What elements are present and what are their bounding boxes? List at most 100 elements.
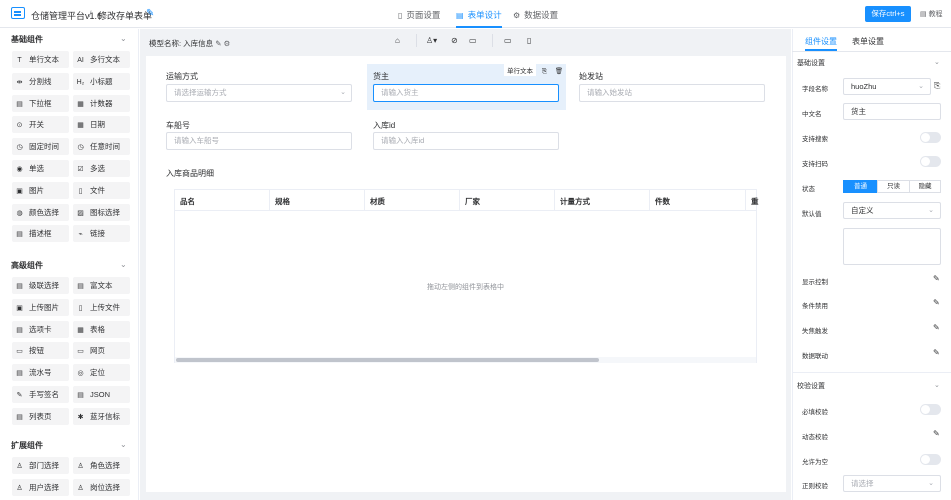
- component-icon: ▣: [16, 187, 23, 195]
- component-item[interactable]: ▤ 流水号: [12, 364, 69, 382]
- chevron-down-icon[interactable]: ⌄: [120, 260, 127, 269]
- component-icon: ◍: [16, 209, 23, 217]
- component-item[interactable]: ▨ 图标选择: [73, 203, 130, 221]
- chevron-down-icon[interactable]: ⌄: [120, 440, 127, 449]
- keyboard-icon[interactable]: ▭: [469, 36, 477, 45]
- edit-data-linkage-icon[interactable]: ✎: [933, 348, 940, 357]
- component-group-title[interactable]: 扩展组件: [11, 440, 43, 451]
- regex-validate-select[interactable]: 请选择 ⌄: [843, 475, 941, 492]
- column-divider: [649, 190, 650, 211]
- state-hidden-option[interactable]: 隐藏: [909, 180, 941, 193]
- component-item[interactable]: ▤ 富文本: [73, 277, 130, 294]
- support-search-toggle[interactable]: [920, 132, 941, 143]
- allow-empty-toggle[interactable]: [920, 454, 941, 465]
- edit-title-icon[interactable]: ✎: [146, 8, 154, 19]
- component-item[interactable]: ▯ 文件: [73, 181, 130, 199]
- tab-page-settings[interactable]: ▯ 页面设置: [398, 9, 440, 28]
- field-label: 车船号: [166, 121, 190, 130]
- component-item[interactable]: ▯ 上传文件: [73, 298, 130, 316]
- component-item[interactable]: ⇹ 分割线: [12, 72, 69, 90]
- copy-field-icon[interactable]: ⎘: [542, 68, 547, 75]
- subtable[interactable]: 品名 规格 材质 厂家 计量方式 件数 重 拖动左侧的组件到表格中: [174, 189, 759, 363]
- component-item[interactable]: ♙ 用户选择: [12, 478, 69, 496]
- component-item[interactable]: ☑ 多选: [73, 160, 130, 177]
- state-normal-option[interactable]: 普通: [843, 180, 878, 193]
- edit-condition-disable-icon[interactable]: ✎: [933, 298, 940, 307]
- component-item[interactable]: ◍ 颜色选择: [12, 203, 69, 221]
- component-item[interactable]: ▤ JSON: [73, 386, 130, 403]
- cn-name-input[interactable]: 货主: [843, 103, 941, 120]
- chevron-down-icon: ⌄: [340, 89, 346, 96]
- component-group-title[interactable]: 高级组件: [11, 260, 43, 271]
- tab-form-settings[interactable]: 表单设置: [852, 36, 884, 51]
- inbound-id-input[interactable]: 请输入入库id: [373, 132, 559, 150]
- component-item[interactable]: ▤ 下拉框: [12, 94, 69, 112]
- chevron-down-icon[interactable]: ⌄: [934, 381, 940, 389]
- component-item[interactable]: ▦ 日期: [73, 116, 130, 134]
- component-item[interactable]: ⌁ 链接: [73, 225, 130, 243]
- tab-data-settings[interactable]: ⚙ 数据设置: [513, 9, 558, 28]
- chevron-down-icon[interactable]: ⌄: [934, 58, 940, 66]
- component-item[interactable]: ▭ 按钮: [12, 342, 69, 360]
- component-item[interactable]: ▦ 计数器: [73, 94, 130, 112]
- tutorial-link[interactable]: ▤ 教程: [920, 9, 943, 19]
- component-item[interactable]: ◉ 单选: [12, 160, 69, 177]
- origin-station-input[interactable]: 请输入始发站: [579, 84, 765, 102]
- component-item[interactable]: T 单行文本: [12, 51, 69, 68]
- component-item[interactable]: ⊙ 开关: [12, 116, 69, 134]
- component-icon: ▦: [77, 122, 84, 130]
- state-readonly-option[interactable]: 只读: [877, 180, 910, 193]
- field-name-select[interactable]: huoZhu ⌄: [843, 78, 931, 95]
- edit-model-icon[interactable]: ✎: [215, 39, 221, 48]
- mobile-view-icon[interactable]: ▯: [527, 36, 531, 45]
- component-item[interactable]: ▣ 图片: [12, 181, 69, 199]
- component-label: 下拉框: [29, 98, 52, 108]
- user-role-icon[interactable]: ♙▾: [426, 36, 437, 45]
- support-scan-toggle[interactable]: [920, 156, 941, 167]
- component-item[interactable]: ◷ 固定时间: [12, 138, 69, 156]
- component-group-title[interactable]: 基础组件: [11, 34, 43, 45]
- component-label: 表格: [90, 324, 105, 334]
- component-label: 级联选择: [29, 281, 59, 290]
- component-item[interactable]: ▤ 选项卡: [12, 320, 69, 338]
- copy-icon[interactable]: ⎘: [934, 81, 940, 91]
- clear-icon[interactable]: ⌂: [395, 36, 400, 45]
- tab-form-design[interactable]: ▤ 表单设计: [456, 9, 502, 28]
- component-icon: ▤: [16, 413, 23, 421]
- component-item[interactable]: ▤ 列表页: [12, 407, 69, 425]
- component-item[interactable]: H₂ 小标题: [73, 72, 130, 90]
- component-item[interactable]: ▣ 上传图片: [12, 298, 69, 316]
- owner-input[interactable]: 请输入货主: [373, 84, 559, 102]
- component-item[interactable]: ✎ 手写签名: [12, 386, 69, 403]
- link-icon[interactable]: ⊘: [451, 36, 458, 45]
- component-item[interactable]: ▦ 表格: [73, 320, 130, 338]
- component-item[interactable]: ♙ 部门选择: [12, 457, 69, 474]
- component-item[interactable]: ▤ 描述框: [12, 225, 69, 243]
- desktop-view-icon[interactable]: ▭: [504, 36, 512, 45]
- component-item[interactable]: ◎ 定位: [73, 364, 130, 382]
- edit-display-control-icon[interactable]: ✎: [933, 274, 940, 283]
- chevron-down-icon[interactable]: ⌄: [120, 34, 127, 43]
- edit-blur-trigger-icon[interactable]: ✎: [933, 323, 940, 332]
- transport-select[interactable]: 请选择运输方式 ⌄: [166, 84, 352, 102]
- tab-component-settings[interactable]: 组件设置: [805, 36, 837, 51]
- horizontal-scrollbar-thumb[interactable]: [176, 358, 599, 362]
- component-item[interactable]: ♙ 岗位选择: [73, 478, 130, 496]
- delete-field-icon[interactable]: 🗑: [555, 68, 563, 75]
- settings-model-icon[interactable]: ⚙: [224, 39, 231, 48]
- edit-dynamic-validate-icon[interactable]: ✎: [933, 429, 940, 438]
- table-column-header: 规格: [275, 197, 290, 206]
- component-item[interactable]: AI 多行文本: [73, 51, 130, 68]
- component-item[interactable]: ◷ 任意时间: [73, 138, 130, 156]
- default-value-select[interactable]: 自定义 ⌄: [843, 202, 941, 219]
- default-value-textarea[interactable]: [843, 228, 941, 265]
- required-validate-toggle[interactable]: [920, 404, 941, 415]
- component-item[interactable]: ▤ 级联选择: [12, 277, 69, 294]
- save-button[interactable]: 保存ctrl+s: [865, 6, 911, 22]
- component-item[interactable]: ▭ 网页: [73, 342, 130, 360]
- vehicle-number-input[interactable]: 请输入车船号: [166, 132, 352, 150]
- section-basic-title: 基础设置: [797, 60, 825, 67]
- component-item[interactable]: ✱ 蓝牙信标: [73, 407, 130, 425]
- display-control-label: 显示控制: [802, 279, 828, 286]
- component-item[interactable]: ♙ 角色选择: [73, 457, 130, 474]
